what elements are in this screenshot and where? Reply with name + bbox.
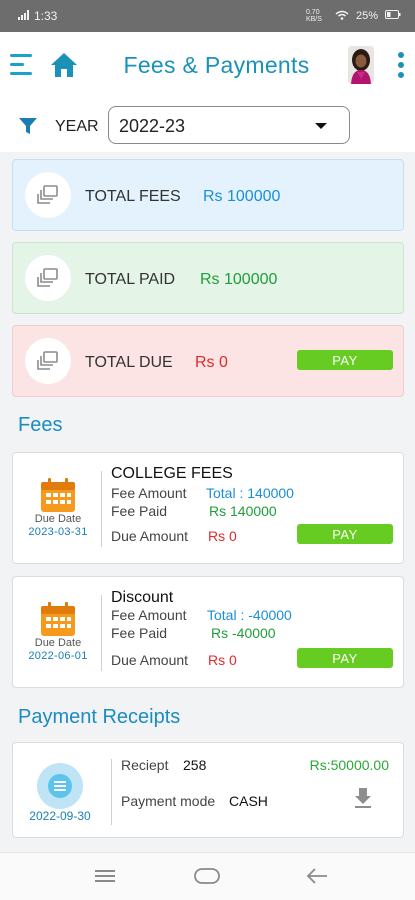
fee-name: Discount <box>111 589 174 606</box>
receipt-item: 2022-09-30 Reciept 258 Rs:50000.00 Payme… <box>12 742 404 838</box>
total-paid-value: Rs 100000 <box>200 271 278 288</box>
total-fees-card: TOTAL FEES Rs 100000 <box>12 159 404 231</box>
pay-fee-button[interactable]: PAY <box>297 648 393 668</box>
fee-name: COLLEGE FEES <box>111 465 233 482</box>
total-fees-value: Rs 100000 <box>203 188 281 205</box>
calendar-icon <box>40 601 76 637</box>
signal-icon <box>18 9 30 23</box>
pay-total-due-button[interactable]: PAY <box>297 350 393 370</box>
due-date-label: Due Date <box>34 513 82 525</box>
due-date-value: 2023-03-31 <box>28 526 88 538</box>
due-amount-value: Rs 0 <box>208 652 237 668</box>
fee-paid-value: Rs 140000 <box>209 503 277 519</box>
receipt-number: 258 <box>183 757 207 773</box>
fee-paid-label: Fee Paid <box>111 503 168 519</box>
pay-fee-button[interactable]: PAY <box>297 524 393 544</box>
fee-item-college-fees: Due Date 2023-03-31 COLLEGE FEES Fee Amo… <box>12 452 404 564</box>
due-amount-label: Due Amount <box>111 652 189 668</box>
total-due-card: TOTAL DUE Rs 0 PAY <box>12 325 404 397</box>
total-fees-label: TOTAL FEES <box>85 188 181 205</box>
payment-receipts-heading: Payment Receipts <box>18 706 181 728</box>
total-paid-label: TOTAL PAID <box>85 271 176 288</box>
receipt-icon <box>37 763 83 809</box>
back-icon[interactable] <box>305 867 329 890</box>
total-due-value: Rs 0 <box>195 354 228 371</box>
divider <box>101 595 102 671</box>
system-nav-bar <box>0 852 415 900</box>
total-paid-card: TOTAL PAID Rs 100000 <box>12 242 404 314</box>
fee-amount-value: Total : -40000 <box>207 607 292 623</box>
year-filter-row: YEAR 2022-23 <box>0 100 415 152</box>
recent-apps-icon[interactable] <box>93 867 117 890</box>
due-amount-label: Due Amount <box>111 528 189 544</box>
payment-mode-label: Payment mode <box>121 793 216 809</box>
home-nav-icon[interactable] <box>193 867 221 890</box>
year-select[interactable]: 2022-23 <box>108 106 350 144</box>
wifi-icon <box>335 10 349 23</box>
chevron-down-icon <box>315 123 327 129</box>
fee-amount-label: Fee Amount <box>111 485 187 501</box>
app-header: Fees & Payments <box>0 32 415 100</box>
status-right: 0.70 KB/S 25% <box>306 9 401 23</box>
year-select-value: 2022-23 <box>119 116 186 136</box>
fee-paid-value: Rs -40000 <box>211 625 276 641</box>
fee-paid-label: Fee Paid <box>111 625 168 641</box>
copy-icon <box>25 255 71 301</box>
divider <box>101 471 102 547</box>
battery-icon <box>385 10 401 22</box>
receipt-label: Reciept <box>121 757 169 773</box>
more-vert-icon[interactable] <box>398 52 406 80</box>
receipt-date: 2022-09-30 <box>29 809 91 823</box>
status-time: 1:33 <box>34 9 58 23</box>
battery-level: 25% <box>355 10 378 22</box>
status-left: 1:33 <box>18 9 57 23</box>
calendar-icon <box>40 477 76 513</box>
fee-amount-value: Total : 140000 <box>206 485 294 501</box>
payment-mode-value: CASH <box>229 793 268 809</box>
due-date-label: Due Date <box>34 637 82 649</box>
filter-icon <box>18 116 38 136</box>
copy-icon <box>25 338 71 384</box>
copy-icon <box>25 172 71 218</box>
receipt-amount: Rs:50000.00 <box>309 757 389 773</box>
download-icon[interactable] <box>353 787 373 809</box>
due-date-value: 2022-06-01 <box>28 650 88 662</box>
network-speed: 0.70 KB/S <box>305 9 322 23</box>
due-amount-value: Rs 0 <box>208 528 237 544</box>
total-due-label: TOTAL DUE <box>85 354 173 371</box>
fee-amount-label: Fee Amount <box>111 607 187 623</box>
status-bar: 1:33 0.70 KB/S 25% <box>0 0 415 32</box>
year-label: YEAR <box>55 118 99 135</box>
avatar[interactable] <box>348 46 374 84</box>
fee-item-discount: Due Date 2022-06-01 Discount Fee Amount … <box>12 576 404 688</box>
divider <box>111 759 112 825</box>
fees-heading: Fees <box>18 414 63 436</box>
